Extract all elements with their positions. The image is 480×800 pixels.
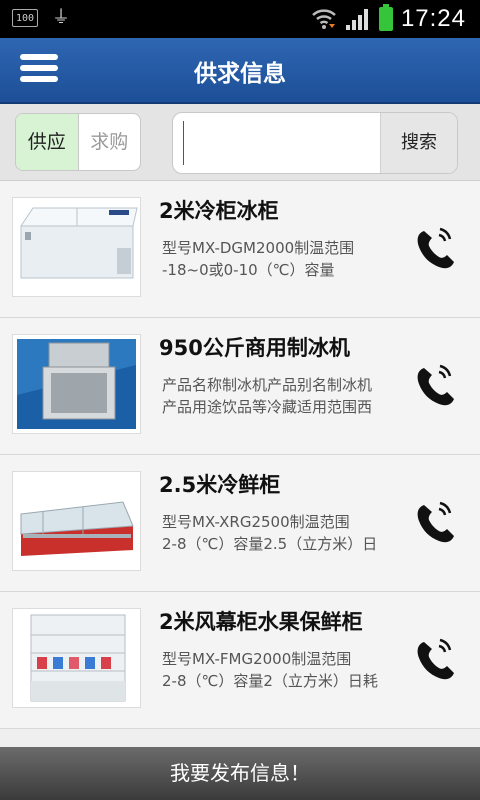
item-description: 型号MX-XRG2500制温范围 2-8（℃）容量2.5（立方米）日 (162, 511, 408, 555)
publish-info-button[interactable]: 我要发布信息！ (0, 747, 480, 800)
product-list: 2米冷柜冰柜 型号MX-DGM2000制温范围 -18~0或0-10（℃）容量 … (0, 181, 480, 729)
item-desc-line: 型号MX-XRG2500制温范围 (162, 513, 350, 531)
list-item[interactable]: 2米风幕柜水果保鲜柜 型号MX-FMG2000制温范围 2-8（℃）容量2（立方… (0, 592, 480, 729)
tab-demand[interactable]: 求购 (79, 114, 141, 170)
battery-level-icon: 100 (12, 9, 38, 27)
phone-call-icon[interactable] (412, 634, 460, 682)
item-desc-line: 型号MX-DGM2000制温范围 (162, 239, 355, 257)
supply-demand-toggle: 供应 求购 (15, 113, 141, 171)
product-thumbnail-display-fridge (12, 471, 141, 571)
battery-icon (378, 4, 393, 31)
item-description: 型号MX-FMG2000制温范围 2-8（℃）容量2（立方米）日耗 (162, 648, 408, 692)
search-button[interactable]: 搜索 (380, 113, 457, 173)
item-description: 型号MX-DGM2000制温范围 -18~0或0-10（℃）容量 (162, 237, 408, 281)
product-thumbnail-air-curtain-cabinet (12, 608, 141, 708)
status-bar: 100 ⏚ 17:24 (0, 0, 480, 38)
product-thumbnail-ice-machine (12, 334, 141, 434)
usb-icon: ⏚ (52, 7, 70, 28)
search-input[interactable] (183, 121, 373, 165)
tab-supply[interactable]: 供应 (16, 114, 79, 170)
list-item[interactable]: 2.5米冷鲜柜 型号MX-XRG2500制温范围 2-8（℃）容量2.5（立方米… (0, 455, 480, 592)
item-desc-line: 2-8（℃）容量2（立方米）日耗 (162, 672, 378, 690)
item-desc-line: 产品名称制冰机产品别名制冰机 (162, 376, 373, 394)
app-header: 供求信息 (0, 38, 480, 104)
item-title: 950公斤商用制冰机 (159, 336, 350, 360)
item-desc-line: 型号MX-FMG2000制温范围 (162, 650, 352, 668)
search-toolbar: 供应 求购 搜索 (0, 104, 480, 181)
product-thumbnail-freezer (12, 197, 141, 297)
item-desc-line: -18~0或0-10（℃）容量 (162, 261, 335, 279)
item-desc-line: 2-8（℃）容量2.5（立方米）日 (162, 535, 378, 553)
item-desc-line: 产品用途饮品等冷藏适用范围西 (162, 398, 373, 416)
list-item[interactable]: 950公斤商用制冰机 产品名称制冰机产品别名制冰机 产品用途饮品等冷藏适用范围西 (0, 318, 480, 455)
clock: 17:24 (400, 5, 466, 32)
item-title: 2米冷柜冰柜 (159, 199, 279, 223)
phone-call-icon[interactable] (412, 497, 460, 545)
item-description: 产品名称制冰机产品别名制冰机 产品用途饮品等冷藏适用范围西 (162, 374, 408, 418)
signal-icon (345, 9, 368, 30)
item-title: 2.5米冷鲜柜 (159, 473, 281, 497)
wifi-icon (312, 9, 336, 29)
phone-call-icon[interactable] (412, 223, 460, 271)
list-item[interactable]: 2米冷柜冰柜 型号MX-DGM2000制温范围 -18~0或0-10（℃）容量 (0, 181, 480, 318)
phone-call-icon[interactable] (412, 360, 460, 408)
item-title: 2米风幕柜水果保鲜柜 (159, 610, 363, 634)
page-title: 供求信息 (194, 61, 286, 87)
search-box: 搜索 (172, 112, 458, 174)
